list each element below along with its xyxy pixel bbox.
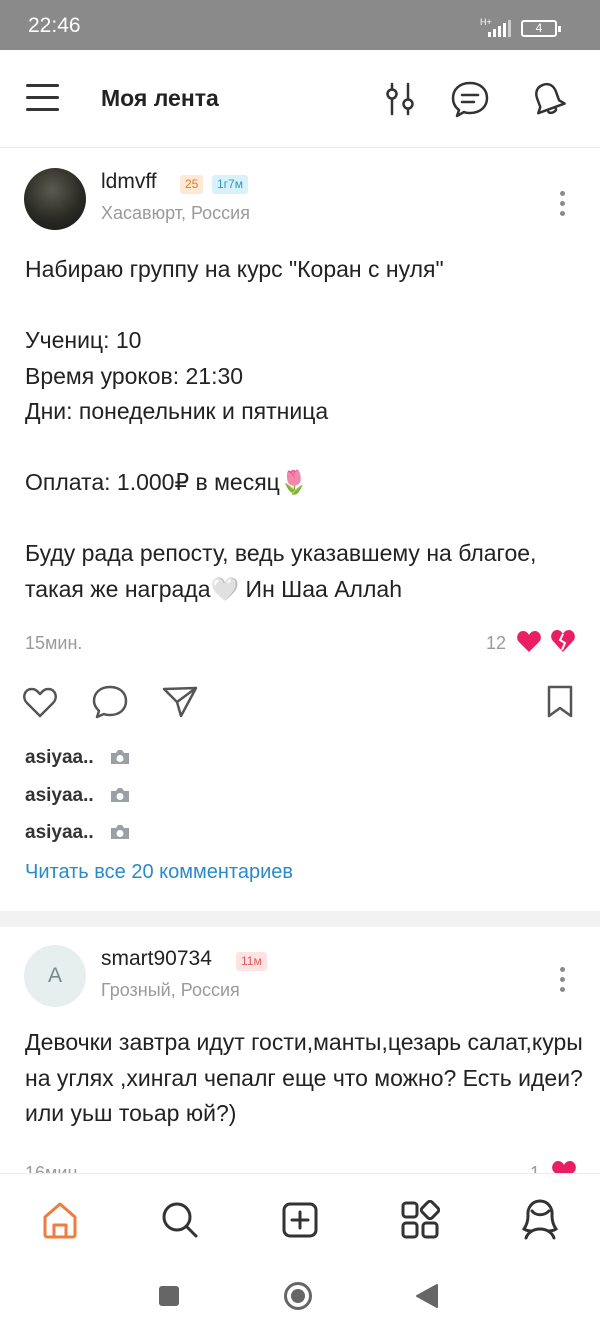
recent-apps-icon[interactable]: [158, 1285, 180, 1307]
broken-heart-reaction-icon: [551, 630, 575, 652]
battery-icon: 4: [521, 20, 561, 37]
like-icon[interactable]: [22, 685, 58, 719]
status-bar: 22:46 H+ 4: [0, 0, 600, 50]
post-username[interactable]: smart90734: [101, 947, 212, 971]
top-bar: Моя лента: [0, 50, 600, 148]
comment-icon[interactable]: [91, 684, 129, 720]
page-title: Моя лента: [101, 85, 219, 111]
photo-icon: [111, 750, 129, 764]
bottom-navigation: [0, 1173, 600, 1263]
post-location: Грозный, Россия: [101, 980, 240, 1000]
comment-author[interactable]: asiyaa..: [25, 747, 94, 769]
back-icon[interactable]: [415, 1283, 439, 1309]
read-all-comments-link[interactable]: Читать все 20 комментариев: [25, 861, 293, 884]
photo-icon: [111, 825, 129, 839]
messages-icon[interactable]: [450, 80, 490, 118]
status-time: 22:46: [28, 14, 81, 37]
photo-icon: [111, 788, 129, 802]
bookmark-icon[interactable]: [545, 684, 575, 720]
services-icon[interactable]: [400, 1200, 440, 1240]
search-icon[interactable]: [160, 1200, 200, 1240]
comment-author[interactable]: asiyaa..: [25, 822, 94, 844]
like-count: 12: [486, 633, 507, 653]
post-location: Хасавюрт, Россия: [101, 203, 250, 223]
age-badge: 11м: [236, 952, 267, 971]
filter-icon[interactable]: [384, 82, 418, 116]
avatar[interactable]: A: [24, 945, 86, 1007]
menu-icon[interactable]: [26, 84, 60, 112]
post-time: 15мин.: [25, 633, 83, 653]
post-divider: [0, 911, 600, 927]
post-text: Девочки завтра идут гости,манты,цезарь с…: [25, 1029, 590, 1126]
avatar[interactable]: [24, 168, 86, 230]
heart-reaction-icon: [517, 631, 541, 652]
more-options-icon[interactable]: [560, 191, 565, 221]
home-button-icon[interactable]: [283, 1281, 313, 1311]
age-badge: 1г7м: [212, 175, 248, 194]
more-options-icon[interactable]: [560, 967, 565, 997]
post-text: Набираю группу на курс "Коран с нуля" Уч…: [25, 256, 537, 602]
share-icon[interactable]: [161, 685, 199, 719]
notifications-icon[interactable]: [528, 80, 568, 118]
create-post-icon[interactable]: [280, 1200, 320, 1240]
signal-icon: [488, 20, 511, 37]
rating-badge: 25: [180, 175, 204, 194]
profile-icon[interactable]: [520, 1198, 560, 1240]
comment-author[interactable]: asiyaa..: [25, 785, 94, 807]
system-navigation: [0, 1263, 600, 1332]
post-username[interactable]: ldmvff: [101, 170, 157, 194]
home-icon[interactable]: [40, 1200, 80, 1240]
